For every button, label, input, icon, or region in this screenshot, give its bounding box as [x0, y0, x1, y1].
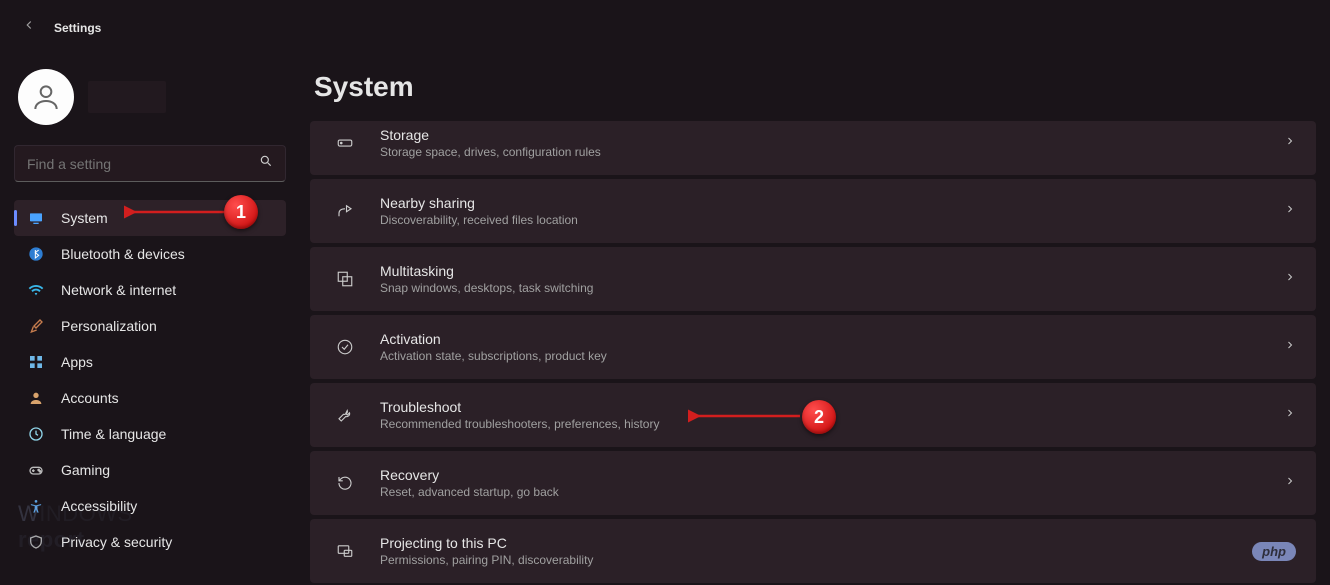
sidebar-item-time-language[interactable]: Time & language	[14, 416, 286, 452]
brush-icon	[28, 318, 44, 334]
sidebar-item-gaming[interactable]: Gaming	[14, 452, 286, 488]
sidebar-item-accessibility[interactable]: Accessibility	[14, 488, 286, 524]
annotation-marker-2: 2	[802, 400, 836, 434]
sidebar-item-label: Accounts	[61, 390, 119, 406]
setting-description: Discoverability, received files location	[380, 213, 1284, 227]
chevron-right-icon	[1284, 474, 1296, 492]
setting-description: Permissions, pairing PIN, discoverabilit…	[380, 553, 1284, 567]
user-name-redacted	[88, 81, 166, 113]
chevron-right-icon	[1284, 542, 1296, 560]
chevron-right-icon	[1284, 134, 1296, 152]
storage-icon	[330, 134, 360, 152]
check-icon	[330, 338, 360, 356]
sidebar-item-label: Network & internet	[61, 282, 176, 298]
sidebar-item-label: Privacy & security	[61, 534, 172, 550]
avatar-icon	[18, 69, 74, 125]
nav-list: System Bluetooth & devices Network & inter…	[14, 200, 286, 560]
annotation-arrow-2	[688, 404, 808, 434]
share-icon	[330, 202, 360, 220]
annotation-marker-1: 1	[224, 195, 258, 229]
page-title: System	[314, 71, 1316, 103]
setting-description: Snap windows, desktops, task switching	[380, 281, 1284, 295]
system-icon	[28, 210, 44, 226]
setting-storage[interactable]: Storage Storage space, drives, configurat…	[310, 121, 1316, 175]
app-title: Settings	[54, 21, 101, 35]
sidebar-item-bluetooth-devices[interactable]: Bluetooth & devices	[14, 236, 286, 272]
wrench-icon	[330, 406, 360, 424]
sidebar-item-label: Bluetooth & devices	[61, 246, 185, 262]
sidebar-item-label: Gaming	[61, 462, 110, 478]
setting-title: Multitasking	[380, 263, 1284, 279]
sidebar-item-label: Time & language	[61, 426, 166, 442]
chevron-right-icon	[1284, 202, 1296, 220]
apps-icon	[28, 354, 44, 370]
wifi-icon	[28, 282, 44, 298]
search-box[interactable]	[14, 145, 286, 182]
settings-list: Storage Storage space, drives, configurat…	[310, 121, 1316, 583]
setting-nearby-sharing[interactable]: Nearby sharing Discoverability, received …	[310, 179, 1316, 243]
person-icon	[28, 390, 44, 406]
setting-projecting-to-this-pc[interactable]: Projecting to this PC Permissions, pairin…	[310, 519, 1316, 583]
setting-description: Reset, advanced startup, go back	[380, 485, 1284, 499]
sidebar-item-network-internet[interactable]: Network & internet	[14, 272, 286, 308]
user-profile[interactable]	[14, 63, 286, 141]
sidebar: System Bluetooth & devices Network & inter…	[0, 55, 300, 585]
search-input[interactable]	[27, 156, 259, 172]
multitask-icon	[330, 270, 360, 288]
sidebar-item-label: System	[61, 210, 108, 226]
chevron-right-icon	[1284, 406, 1296, 424]
sidebar-item-accounts[interactable]: Accounts	[14, 380, 286, 416]
setting-multitasking[interactable]: Multitasking Snap windows, desktops, task…	[310, 247, 1316, 311]
recovery-icon	[330, 474, 360, 492]
shield-icon	[28, 534, 44, 550]
setting-title: Storage	[380, 127, 1284, 143]
sidebar-item-personalization[interactable]: Personalization	[14, 308, 286, 344]
chevron-right-icon	[1284, 270, 1296, 288]
bluetooth-icon	[28, 246, 44, 262]
chevron-right-icon	[1284, 338, 1296, 356]
setting-description: Activation state, subscriptions, product…	[380, 349, 1284, 363]
setting-activation[interactable]: Activation Activation state, subscription…	[310, 315, 1316, 379]
clock-icon	[28, 426, 44, 442]
gamepad-icon	[28, 462, 44, 478]
search-icon	[259, 154, 273, 173]
setting-recovery[interactable]: Recovery Reset, advanced startup, go back	[310, 451, 1316, 515]
setting-title: Recovery	[380, 467, 1284, 483]
setting-title: Activation	[380, 331, 1284, 347]
setting-title: Nearby sharing	[380, 195, 1284, 211]
setting-title: Projecting to this PC	[380, 535, 1284, 551]
setting-description: Storage space, drives, configuration rul…	[380, 145, 1284, 159]
main-panel: System Storage Storage space, drives, con…	[300, 55, 1330, 585]
sidebar-item-label: Apps	[61, 354, 93, 370]
sidebar-item-label: Accessibility	[61, 498, 137, 514]
project-icon	[330, 542, 360, 560]
sidebar-item-privacy-security[interactable]: Privacy & security	[14, 524, 286, 560]
sidebar-item-apps[interactable]: Apps	[14, 344, 286, 380]
accessibility-icon	[28, 498, 44, 514]
annotation-arrow-1	[124, 200, 234, 230]
back-icon[interactable]	[22, 18, 36, 37]
sidebar-item-label: Personalization	[61, 318, 157, 334]
